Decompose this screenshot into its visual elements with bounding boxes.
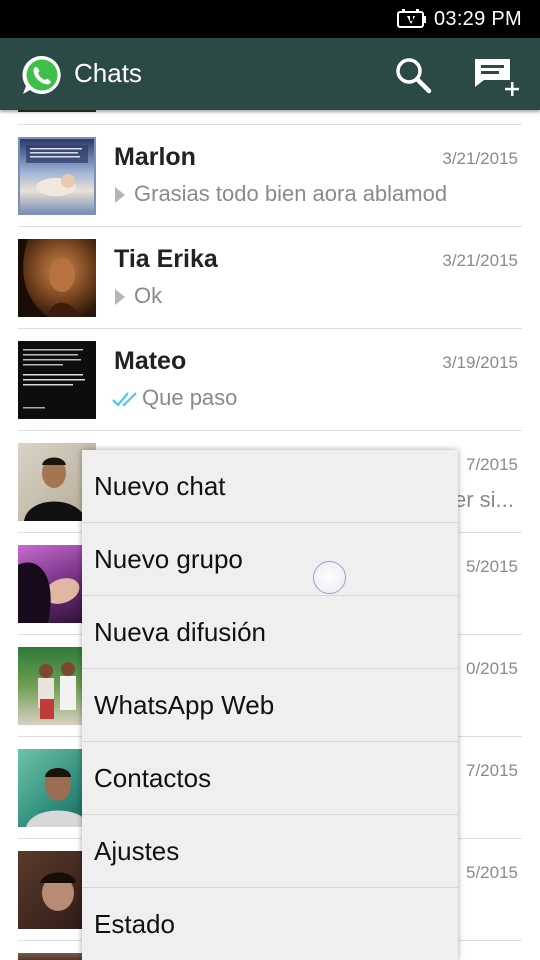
overflow-menu: Nuevo chat Nuevo grupo Nueva difusión Wh… [82, 450, 458, 960]
touch-indicator [313, 561, 346, 594]
whatsapp-logo-icon [22, 55, 61, 94]
avatar [18, 137, 96, 215]
chat-preview-text: Que paso [142, 385, 238, 410]
status-time: 03:29 PM [433, 8, 522, 30]
chat-date: 7/2015 [466, 761, 518, 780]
play-arrow-icon [115, 289, 125, 306]
chat-row-marlon[interactable]: Marlon 3/21/2015 Grasias todo bien aora … [0, 125, 540, 227]
menu-item-nuevo-grupo[interactable]: Nuevo grupo [82, 523, 458, 596]
battery-charging-icon [397, 9, 426, 28]
chat-date: 5/2015 [466, 863, 518, 882]
play-arrow-icon [115, 187, 125, 204]
status-bar: 03:29 PM [0, 0, 540, 38]
chat-row-mateo[interactable]: Mateo 3/19/2015 Que paso [0, 329, 540, 431]
menu-item-contactos[interactable]: Contactos [82, 742, 458, 815]
search-icon[interactable] [394, 56, 432, 94]
chat-preview-text: Grasias todo bien aora ablamod [134, 181, 448, 206]
page-title: Chats [74, 58, 142, 88]
menu-item-whatsapp-web[interactable]: WhatsApp Web [82, 669, 458, 742]
menu-item-nueva-difusion[interactable]: Nueva difusión [82, 596, 458, 669]
chat-name: Mateo [114, 347, 187, 375]
chat-date: 0/2015 [466, 659, 518, 678]
avatar [18, 110, 96, 112]
chat-date: 3/19/2015 [442, 353, 518, 372]
avatar [18, 341, 96, 419]
chat-name: Tia Erika [114, 245, 218, 273]
chat-date: 5/2015 [466, 557, 518, 576]
new-chat-icon[interactable] [472, 56, 522, 98]
chat-date: 7/2015 [466, 455, 518, 474]
chat-preview-text: Ok [134, 283, 163, 308]
menu-item-ajustes[interactable]: Ajustes [82, 815, 458, 888]
menu-item-nuevo-chat[interactable]: Nuevo chat [82, 450, 458, 523]
chat-preview: Grasias todo bien aora ablamod [114, 181, 447, 207]
chat-row-tia-erika[interactable]: Tia Erika 3/21/2015 Ok [0, 227, 540, 329]
chat-name: Marlon [114, 143, 196, 171]
menu-item-estado[interactable]: Estado [82, 888, 458, 960]
chat-preview: Que paso [112, 385, 237, 411]
avatar [18, 239, 96, 317]
chat-preview-text: er si... [454, 487, 514, 512]
double-check-icon [112, 392, 137, 407]
chat-preview: Ok [114, 283, 162, 309]
chat-preview: er si... [454, 487, 514, 513]
chat-date: 3/21/2015 [442, 251, 518, 270]
app-bar: Chats [0, 38, 540, 110]
chat-date: 3/21/2015 [442, 149, 518, 168]
